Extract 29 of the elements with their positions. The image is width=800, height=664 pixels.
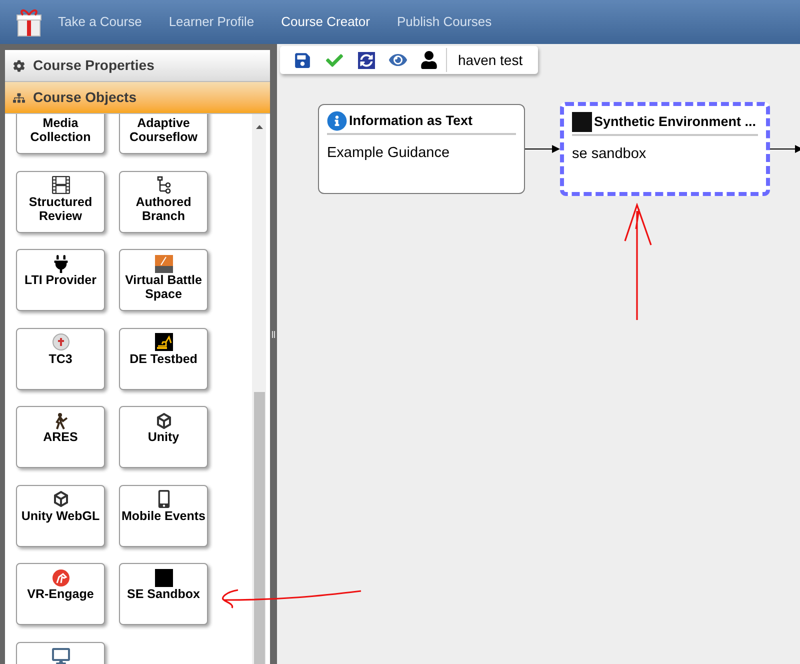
node-title: Information as Text	[349, 112, 473, 130]
node-description: se sandbox	[572, 145, 648, 164]
accordion-header[interactable]: Course Objects	[5, 82, 270, 114]
nav-link[interactable]: Take a Course	[58, 12, 142, 32]
course-object-tile[interactable]: Structured Review	[16, 170, 105, 232]
course-object-tile[interactable]: Media Collection	[16, 114, 105, 154]
accordion-header[interactable]: Course Properties	[5, 50, 270, 82]
section-title: Course Properties	[33, 56, 154, 75]
node-title: Synthetic Environment ...	[594, 113, 756, 131]
course-object-tile[interactable]: Virtual Battle Space	[119, 249, 208, 311]
section-title: Course Objects	[33, 88, 136, 107]
nav-link[interactable]: Course Creator	[281, 12, 370, 32]
course-object-tile[interactable]: TC3	[16, 328, 105, 390]
course-object-tile[interactable]: VR-Engage	[16, 563, 105, 625]
course-object-tile[interactable]: DE Testbed	[119, 328, 208, 390]
course-object-tile[interactable]: Unity WebGL	[16, 484, 105, 546]
course-object-tile[interactable]: ARES	[16, 406, 105, 468]
node-description: Example Guidance	[327, 144, 451, 164]
course-object-tile[interactable]: SE Sandbox	[119, 563, 208, 625]
user-name: haven test	[458, 50, 523, 70]
nav-link[interactable]: Learner Profile	[168, 12, 254, 32]
nav-link[interactable]: Publish Courses	[396, 12, 492, 32]
course-object-tile[interactable]: Adaptive Courseflow	[119, 114, 208, 154]
course-object-tile[interactable]: Mobile Events	[119, 484, 208, 546]
course-node[interactable]: Information as Text Example Guidance	[318, 104, 525, 194]
course-object-tile[interactable]: Unity	[119, 406, 208, 468]
course-object-tile[interactable]: LTI Provider	[16, 249, 105, 311]
course-object-tile[interactable]: Authored Branch	[119, 170, 208, 232]
course-node[interactable]: Synthetic Environment ... se sandbox	[560, 102, 770, 196]
